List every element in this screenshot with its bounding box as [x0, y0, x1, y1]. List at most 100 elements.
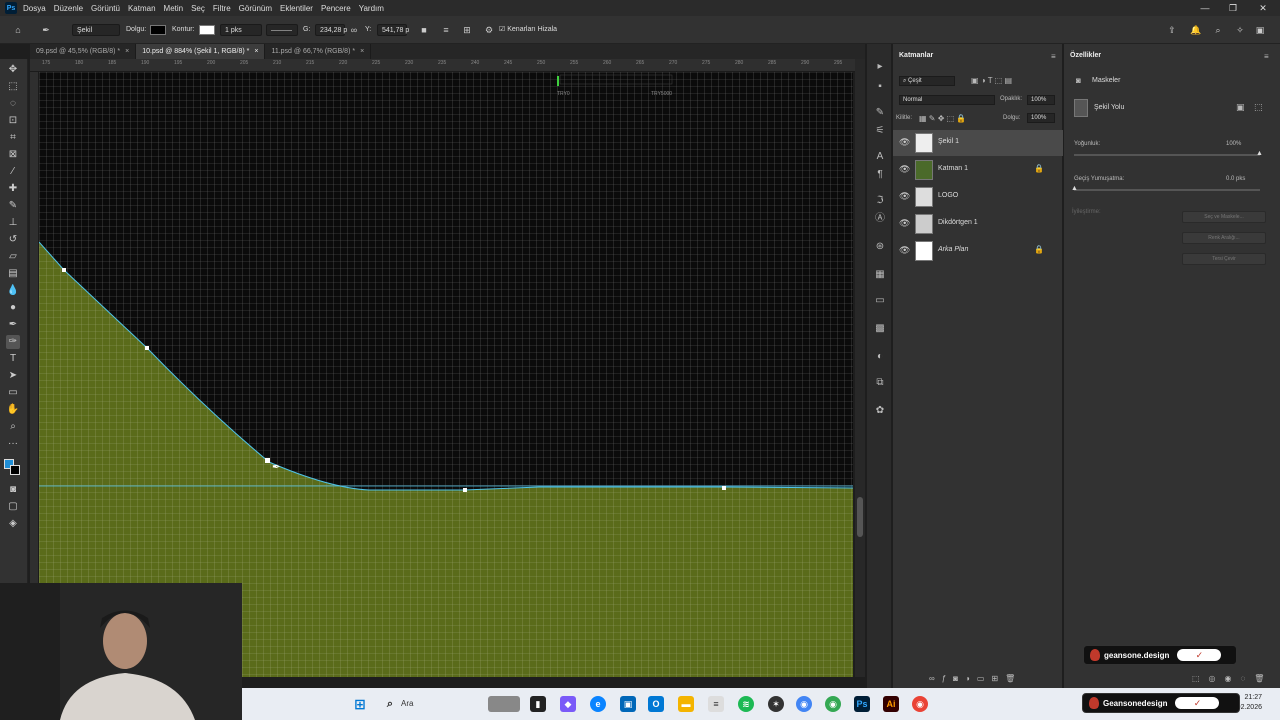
swatches-icon[interactable]: ▦: [873, 268, 887, 282]
tab-10-psd[interactable]: 10.psd @ 884% (Şekil 1, RGB/8) * ×: [136, 44, 266, 59]
height-field[interactable]: 541,78 p: [377, 24, 409, 36]
menu-katman[interactable]: Katman: [128, 4, 156, 13]
pen-tool-icon[interactable]: ✒: [6, 318, 20, 332]
chrome-icon-3[interactable]: ◉: [912, 696, 928, 712]
link-icon[interactable]: ∞: [348, 24, 360, 36]
task-view-icon[interactable]: ▮: [530, 696, 546, 712]
menu-yardim[interactable]: Yardım: [359, 4, 384, 13]
stroke-swatch[interactable]: [199, 25, 215, 35]
more-tools-icon[interactable]: ···: [6, 437, 20, 451]
store-icon[interactable]: ▣: [620, 696, 636, 712]
menu-duzenle[interactable]: Düzenle: [54, 4, 83, 13]
shape-mode-select[interactable]: Şekil: [72, 24, 120, 36]
lock-icons[interactable]: ▦ ✎ ✥ ⬚ 🔒: [919, 114, 966, 123]
close-tab-icon[interactable]: ×: [360, 48, 364, 55]
minimize-icon[interactable]: —: [1190, 0, 1220, 16]
path-arrangement-icon[interactable]: ⊞: [461, 24, 473, 36]
layer-footer-icons[interactable]: ∞ƒ◙◑▭⊞🗑: [929, 674, 1022, 683]
blur-tool-icon[interactable]: 💧: [6, 284, 20, 298]
workspace-icon[interactable]: ▣: [1254, 24, 1266, 36]
app-icon[interactable]: ◆: [560, 696, 576, 712]
feather-slider-handle[interactable]: ▲: [1071, 185, 1078, 192]
lasso-tool-icon[interactable]: ◌: [6, 97, 20, 111]
move-tool-icon[interactable]: ✥: [6, 63, 20, 77]
add-pixel-mask-icon[interactable]: ▣: [1236, 102, 1245, 113]
libraries-icon[interactable]: ⧉: [873, 376, 887, 390]
outlook-icon[interactable]: O: [648, 696, 664, 712]
hand-tool-icon[interactable]: ✋: [6, 403, 20, 417]
menu-goruntu[interactable]: Görüntü: [91, 4, 120, 13]
eyedropper-tool-icon[interactable]: ⁄: [6, 165, 20, 179]
taskbar-search-icon[interactable]: ⌕: [382, 696, 398, 712]
taskbar-search-label[interactable]: Ara: [401, 699, 413, 708]
bell-icon[interactable]: 🔔: [1190, 24, 1202, 36]
adjustments-icon[interactable]: ◐: [873, 350, 887, 364]
opacity-field[interactable]: 100%: [1027, 95, 1055, 105]
character-icon[interactable]: A: [873, 150, 887, 164]
path-selection-tool-icon[interactable]: ➤: [6, 369, 20, 383]
layer-row-logo[interactable]: 👁 LOGO: [893, 184, 1063, 210]
paragraph-icon[interactable]: ¶: [873, 168, 887, 182]
visibility-eye-icon[interactable]: 👁: [899, 245, 910, 256]
healing-brush-tool-icon[interactable]: ✚: [6, 182, 20, 196]
layer-row-dikdortgen-1[interactable]: 👁 Dikdörtgen 1: [893, 211, 1063, 237]
select-and-mask-button[interactable]: Seç ve Maskele...: [1182, 211, 1266, 223]
visibility-eye-icon[interactable]: 👁: [899, 137, 910, 148]
menu-dosya[interactable]: Dosya: [23, 4, 46, 13]
file-explorer-icon[interactable]: ▬: [678, 696, 694, 712]
tab-11-psd[interactable]: 11.psd @ 66,7% (RGB/8) * ×: [265, 44, 372, 59]
menu-filtre[interactable]: Filtre: [213, 4, 231, 13]
density-value[interactable]: 100%: [1226, 141, 1241, 147]
path-operations-icon[interactable]: ■: [418, 24, 430, 36]
widget-icon[interactable]: [488, 696, 520, 712]
menu-pencere[interactable]: Pencere: [321, 4, 351, 13]
vertical-scrollbar[interactable]: [855, 59, 865, 677]
invert-button[interactable]: Tersi Çevir: [1182, 253, 1266, 265]
close-tab-icon[interactable]: ×: [254, 48, 258, 55]
maximize-icon[interactable]: ❐: [1218, 0, 1248, 16]
vector-mask-thumbnail[interactable]: [1074, 99, 1088, 117]
layer-row-katman-1[interactable]: 👁 Katman 1 🔒: [893, 157, 1063, 183]
crop-tool-icon[interactable]: ⌗: [6, 131, 20, 145]
align-edges-checkbox[interactable]: ☑ Kenarları Hizala: [499, 24, 557, 36]
visibility-eye-icon[interactable]: 👁: [899, 218, 910, 229]
layer-row-arka-plan[interactable]: 👁 Arka Plan 🔒: [893, 238, 1063, 264]
anchor-point-selected[interactable]: [265, 458, 270, 463]
dodge-tool-icon[interactable]: ●: [6, 301, 20, 315]
anchor-point[interactable]: [722, 486, 726, 490]
feather-value[interactable]: 0.0 pks: [1226, 176, 1245, 182]
stroke-type-select[interactable]: ———: [266, 24, 298, 36]
glyphs-icon[interactable]: ℑ: [873, 194, 887, 208]
menu-metin[interactable]: Metin: [164, 4, 184, 13]
windows-start-icon[interactable]: ⊞: [352, 696, 368, 712]
anchor-point[interactable]: [463, 488, 467, 492]
width-field[interactable]: 234,28 p: [315, 24, 347, 36]
feather-slider[interactable]: [1074, 189, 1260, 191]
stroke-width-field[interactable]: 1 pks: [220, 24, 262, 36]
chrome-icon-2[interactable]: ◉: [825, 696, 841, 712]
app-icon-2[interactable]: ✶: [768, 696, 784, 712]
path-alignment-icon[interactable]: ≡: [440, 24, 452, 36]
properties-footer-icons[interactable]: ⬚◎◉◌🗑: [1192, 674, 1273, 683]
close-icon[interactable]: ✕: [1248, 0, 1278, 16]
screen-mode-icon[interactable]: ▢: [6, 500, 20, 514]
type-tool-icon[interactable]: T: [6, 352, 20, 366]
color-range-button[interactable]: Renk Aralığı...: [1182, 232, 1266, 244]
rectangle-tool-icon[interactable]: ▭: [6, 386, 20, 400]
blend-mode-select[interactable]: Normal: [899, 95, 995, 105]
visibility-eye-icon[interactable]: 👁: [899, 191, 910, 202]
add-vector-mask-icon[interactable]: ⬚: [1254, 102, 1263, 113]
menu-sec[interactable]: Seç: [191, 4, 205, 13]
freeform-pen-tool-icon[interactable]: ✑: [6, 335, 20, 349]
comments-icon[interactable]: ▪: [873, 80, 887, 94]
fill-field[interactable]: 100%: [1027, 113, 1055, 123]
brush-tool-icon[interactable]: ✎: [6, 199, 20, 213]
menu-eklentiler[interactable]: Eklentiler: [280, 4, 313, 13]
chrome-icon[interactable]: ◉: [796, 696, 812, 712]
history-icon[interactable]: ▸: [873, 60, 887, 74]
styles-icon[interactable]: ✿: [873, 404, 887, 418]
history-brush-tool-icon[interactable]: ↺: [6, 233, 20, 247]
home-icon[interactable]: ⌂: [12, 24, 24, 36]
notepad-icon[interactable]: ≡: [708, 696, 724, 712]
panel-menu-icon[interactable]: ≡: [1264, 52, 1269, 61]
